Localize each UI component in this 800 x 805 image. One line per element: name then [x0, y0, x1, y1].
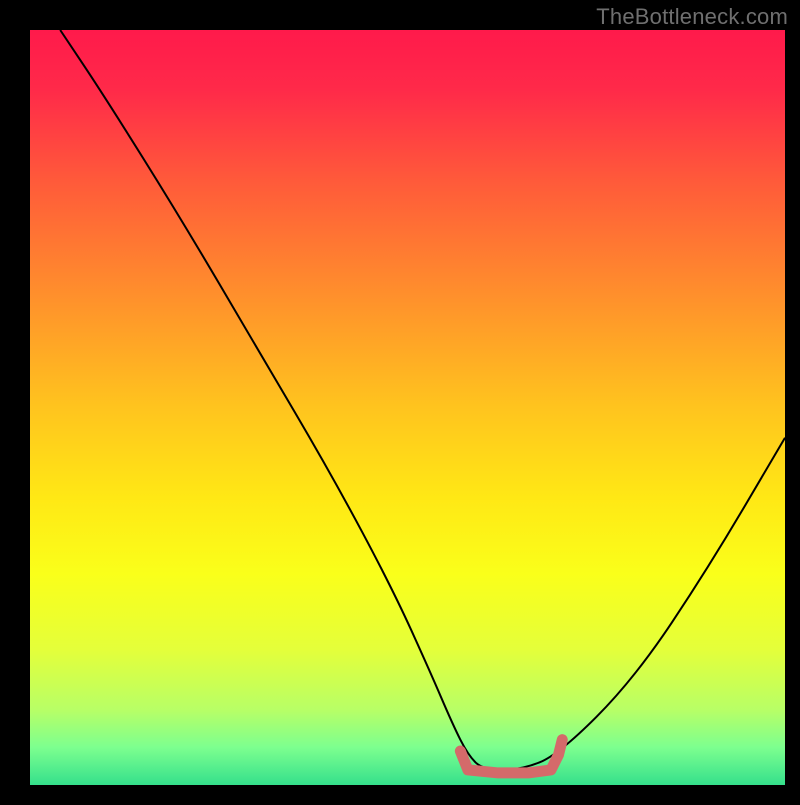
gradient-background — [30, 30, 785, 785]
bottleneck-chart — [0, 0, 800, 800]
chart-frame: TheBottleneck.com — [0, 0, 800, 800]
watermark-text: TheBottleneck.com — [596, 4, 788, 30]
